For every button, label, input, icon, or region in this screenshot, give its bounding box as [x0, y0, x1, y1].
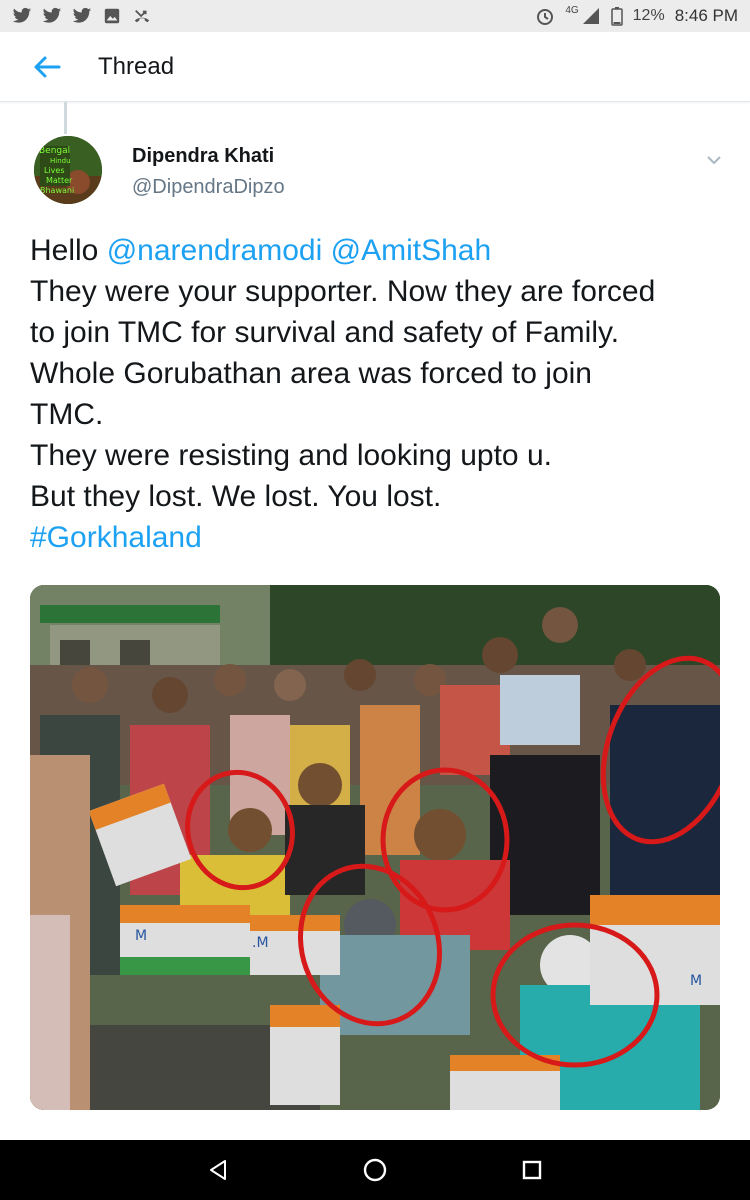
avatar-text-1: Bengal: [39, 146, 70, 156]
crowd-photo: M .M M: [30, 585, 720, 1110]
arrow-left-icon: [34, 56, 61, 77]
notification-icons: [12, 7, 152, 25]
clock: 8:46 PM: [674, 6, 738, 25]
twitter-icon: [12, 7, 32, 23]
twitter-icon: [72, 7, 92, 23]
missed-call-icon: [134, 9, 150, 23]
battery-icon: [610, 7, 623, 26]
square-recents-icon: [522, 1160, 541, 1180]
tweet-photo[interactable]: M .M M: [30, 585, 720, 1110]
avatar-text-5: Bhawani: [40, 186, 74, 195]
tweet-line: They were resisting and looking upto u.: [30, 439, 552, 472]
alarm-icon: [537, 9, 554, 25]
avatar[interactable]: Bengal Hindu Lives Matter Bhawani: [34, 136, 102, 204]
avatar-text-3: Lives: [44, 166, 65, 175]
tweet-line: TMC.: [30, 398, 104, 431]
triangle-back-icon: [210, 1160, 227, 1180]
hashtag-gorkhaland[interactable]: #Gorkhaland: [30, 517, 730, 558]
thread-connector: [64, 102, 67, 134]
home-circle-icon: [363, 1158, 387, 1182]
avatar-text-2: Hindu: [50, 157, 71, 165]
battery-level: 12%: [632, 7, 665, 24]
status-bar: 4G 12% 8:46 PM: [0, 0, 750, 32]
author-name[interactable]: Dipendra Khati: [132, 145, 274, 168]
network-type: 4G: [565, 4, 579, 16]
back-nav-button[interactable]: [194, 1146, 242, 1194]
avatar-text-4: Matter: [46, 176, 73, 185]
status-indicators: 4G 12% 8:46 PM: [535, 4, 738, 26]
system-nav-bar: [0, 1140, 750, 1200]
greeting-text: Hello: [30, 234, 107, 267]
home-nav-button[interactable]: [351, 1146, 399, 1194]
avatar-image: Bengal Hindu Lives Matter Bhawani: [34, 136, 102, 204]
mention-amitshah[interactable]: @AmitShah: [331, 234, 492, 267]
tweet-line: Whole Gorubathan area was forced to join: [30, 357, 592, 390]
tweet-line: But they lost. We lost. You lost.: [30, 480, 442, 513]
mention-narendramodi[interactable]: @narendramodi: [107, 234, 323, 267]
tweet-line: Hello @narendramodi @AmitShah: [30, 230, 730, 271]
image-icon: [104, 8, 120, 24]
chevron-down-icon: [707, 156, 721, 165]
recents-nav-button[interactable]: [508, 1146, 556, 1194]
app-bar: Thread: [0, 32, 750, 102]
tweet-menu-button[interactable]: [700, 148, 728, 172]
tweet-text: Hello @narendramodi @AmitShah They were …: [30, 230, 730, 558]
back-button[interactable]: [22, 42, 72, 92]
tweet-line: to join TMC for survival and safety of F…: [30, 316, 620, 349]
page-title: Thread: [98, 52, 175, 80]
author-handle[interactable]: @DipendraDipzo: [132, 176, 285, 199]
twitter-icon: [42, 7, 62, 23]
signal-icon: [582, 8, 599, 24]
tweet-line: They were your supporter. Now they are f…: [30, 275, 656, 308]
